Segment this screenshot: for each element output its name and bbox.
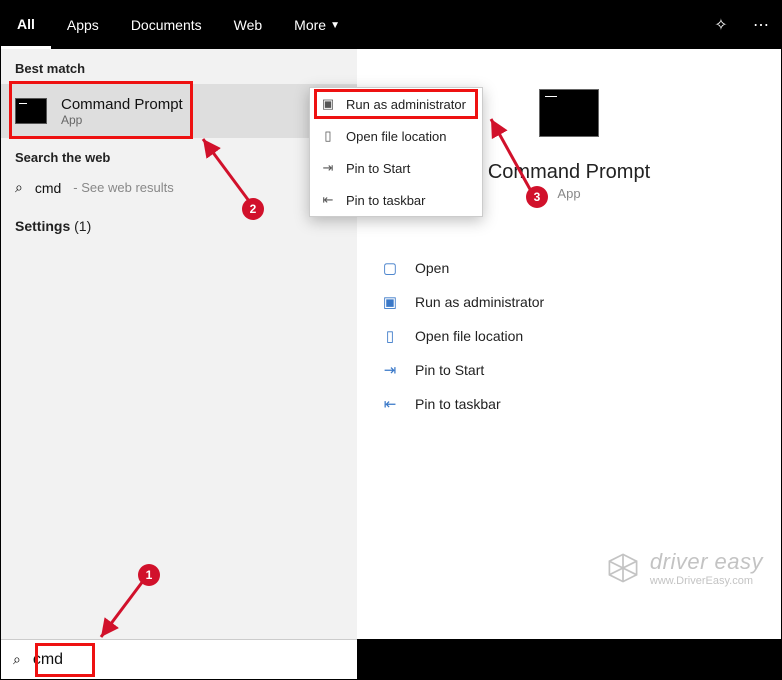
pin-start-icon: ⇥ (320, 160, 336, 176)
web-query-text: cmd (35, 180, 61, 196)
ctx-pin-taskbar[interactable]: ⇤ Pin to taskbar (310, 184, 482, 216)
settings-count: (1) (74, 218, 91, 234)
shield-icon: ▣ (381, 293, 399, 311)
more-options-icon[interactable]: ⋯ (741, 1, 781, 49)
settings-label: Settings (15, 218, 70, 234)
open-icon: ▢ (381, 259, 399, 277)
watermark: driver easy www.DriverEasy.com (606, 549, 763, 587)
web-hint-text: - See web results (73, 180, 173, 195)
best-match-title: Command Prompt (61, 96, 183, 113)
preview-title: Command Prompt (488, 161, 650, 184)
action-pin-taskbar-label: Pin to taskbar (415, 396, 501, 412)
action-run-admin[interactable]: ▣ Run as administrator (381, 285, 757, 319)
pin-taskbar-icon: ⇤ (381, 395, 399, 413)
ctx-open-location[interactable]: ▯ Open file location (310, 120, 482, 152)
pin-taskbar-icon: ⇤ (320, 192, 336, 208)
taskbar: ⌕ (1, 639, 781, 679)
taskbar-search-box[interactable]: ⌕ (1, 639, 357, 679)
web-result-row[interactable]: ⌕ cmd - See web results (1, 173, 357, 208)
best-match-header: Best match (1, 49, 357, 84)
folder-icon: ▯ (320, 128, 336, 144)
folder-icon: ▯ (381, 327, 399, 345)
action-open-location-label: Open file location (415, 328, 523, 344)
annotation-badge-1: 1 (138, 564, 160, 586)
search-web-header: Search the web (1, 138, 357, 173)
action-run-admin-label: Run as administrator (415, 294, 544, 310)
action-pin-taskbar[interactable]: ⇤ Pin to taskbar (381, 387, 757, 421)
action-pin-start-label: Pin to Start (415, 362, 484, 378)
search-filter-tabs: All Apps Documents Web More ▼ ✧ ⋯ (1, 1, 781, 49)
tab-web[interactable]: Web (218, 1, 279, 49)
tab-more[interactable]: More ▼ (278, 1, 356, 49)
command-prompt-icon (15, 98, 47, 124)
ctx-pin-taskbar-label: Pin to taskbar (346, 193, 426, 208)
preview-subtitle: App (557, 186, 580, 201)
action-open-label: Open (415, 260, 449, 276)
tab-more-label: More (294, 17, 326, 33)
action-open-location[interactable]: ▯ Open file location (381, 319, 757, 353)
ctx-run-admin[interactable]: ▣ Run as administrator (310, 88, 482, 120)
action-open[interactable]: ▢ Open (381, 251, 757, 285)
action-pin-start[interactable]: ⇥ Pin to Start (381, 353, 757, 387)
context-menu: ▣ Run as administrator ▯ Open file locat… (309, 87, 483, 217)
best-match-subtitle: App (61, 113, 183, 127)
preview-command-prompt-icon (539, 89, 599, 137)
pin-start-icon: ⇥ (381, 361, 399, 379)
ctx-pin-start-label: Pin to Start (346, 161, 410, 176)
settings-group[interactable]: Settings (1) (1, 208, 357, 244)
ctx-pin-start[interactable]: ⇥ Pin to Start (310, 152, 482, 184)
watermark-brand: driver easy (650, 549, 763, 575)
tab-apps[interactable]: Apps (51, 1, 115, 49)
search-input[interactable] (33, 651, 345, 669)
annotation-badge-3: 3 (526, 186, 548, 208)
results-panel: Best match Command Prompt App Search the… (1, 49, 357, 639)
tab-all[interactable]: All (1, 1, 51, 49)
feedback-icon[interactable]: ✧ (701, 1, 741, 49)
shield-icon: ▣ (320, 96, 336, 112)
ctx-open-location-label: Open file location (346, 129, 446, 144)
taskbar-remainder (357, 639, 781, 679)
ctx-run-admin-label: Run as administrator (346, 97, 466, 112)
tab-documents[interactable]: Documents (115, 1, 218, 49)
search-icon: ⌕ (15, 179, 23, 196)
watermark-url: www.DriverEasy.com (650, 575, 763, 587)
annotation-badge-2: 2 (242, 198, 264, 220)
chevron-down-icon: ▼ (330, 20, 340, 31)
search-icon: ⌕ (13, 651, 21, 668)
best-match-result[interactable]: Command Prompt App (1, 84, 357, 138)
cube-icon (606, 551, 640, 585)
